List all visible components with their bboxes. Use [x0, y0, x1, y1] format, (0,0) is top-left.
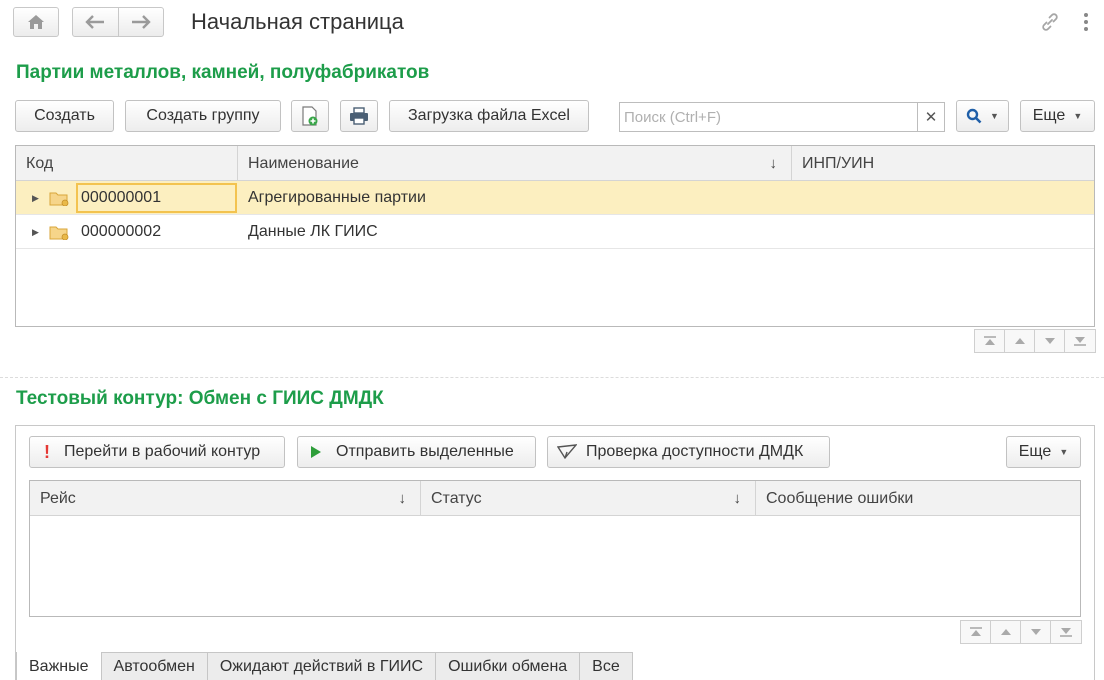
row-code: 000000002	[81, 223, 162, 240]
row-code: 000000001	[76, 183, 237, 213]
home-button[interactable]	[13, 7, 59, 37]
home-icon	[28, 15, 44, 29]
tab-awaiting-actions[interactable]: Ожидают действий в ГИИС	[207, 652, 437, 680]
tab-all[interactable]: Все	[580, 652, 633, 680]
broadcast-icon	[557, 444, 577, 460]
scroll-last-button[interactable]	[1051, 621, 1081, 643]
create-button[interactable]: Создать	[15, 100, 114, 132]
table-scroll-controls	[960, 620, 1082, 644]
scroll-down-button[interactable]	[1021, 621, 1051, 643]
scroll-first-button[interactable]	[961, 621, 991, 643]
exchange-section-title: Тестовый контур: Обмен с ГИИС ДМДК	[16, 388, 384, 409]
exclamation-icon: !	[44, 441, 50, 462]
more-button[interactable]: Еще ▼	[1020, 100, 1095, 132]
check-availability-button[interactable]: Проверка доступности ДМДК	[547, 436, 830, 468]
chevron-down-icon: ▼	[1059, 447, 1069, 457]
back-button[interactable]	[73, 8, 119, 36]
column-error-message[interactable]: Сообщение ошибки	[756, 481, 1080, 516]
scroll-first-icon	[983, 336, 996, 345]
new-document-icon	[302, 106, 318, 126]
scroll-last-icon	[1074, 337, 1086, 346]
sort-arrow-icon: ↓	[398, 490, 407, 507]
scroll-down-icon	[1030, 629, 1041, 635]
link-icon	[1042, 13, 1058, 31]
search-box: ✕	[619, 102, 945, 132]
history-nav	[72, 7, 164, 37]
column-trip[interactable]: Рейс ↓	[30, 481, 421, 516]
tab-important[interactable]: Важные	[16, 652, 102, 680]
play-icon	[311, 446, 321, 458]
scroll-last-button[interactable]	[1065, 330, 1095, 352]
table-header: Рейс ↓ Статус ↓ Сообщение ошибки	[30, 481, 1080, 516]
folder-icon	[49, 215, 69, 249]
tab-auto-exchange[interactable]: Автообмен	[101, 652, 208, 680]
excel-upload-button[interactable]: Загрузка файла Excel	[389, 100, 589, 132]
column-code[interactable]: Код	[16, 146, 238, 181]
sort-arrow-icon: ↓	[733, 490, 742, 507]
create-group-button[interactable]: Создать группу	[125, 100, 281, 132]
more-actions-button[interactable]	[1079, 11, 1093, 33]
scroll-up-button[interactable]	[1005, 330, 1035, 352]
chevron-down-icon: ▼	[1073, 111, 1083, 121]
row-name: Агрегированные партии	[248, 189, 426, 206]
table-header: Код Наименование ↓ ИНП/УИН	[16, 146, 1094, 181]
sort-arrow-icon: ↓	[769, 155, 778, 172]
folder-icon	[49, 181, 69, 215]
scroll-last-icon	[1060, 628, 1072, 637]
expand-icon[interactable]: ▶	[32, 181, 44, 215]
forward-button[interactable]	[119, 8, 164, 36]
arrow-left-icon	[85, 15, 105, 29]
link-button[interactable]	[1039, 11, 1061, 33]
filter-tabs: Важные Автообмен Ожидают действий в ГИИС…	[16, 652, 633, 680]
exchange-more-button[interactable]: Еще ▼	[1006, 436, 1081, 468]
column-status[interactable]: Статус ↓	[421, 481, 756, 516]
column-inn[interactable]: ИНП/УИН	[792, 146, 1094, 181]
scroll-up-icon	[1014, 338, 1025, 344]
search-icon	[966, 108, 982, 124]
scroll-up-button[interactable]	[991, 621, 1021, 643]
go-work-contour-button[interactable]: ! Перейти в рабочий контур	[29, 436, 285, 468]
arrow-right-icon	[131, 15, 151, 29]
scroll-first-icon	[969, 627, 982, 636]
clear-search-button[interactable]: ✕	[917, 103, 944, 131]
batches-section-title: Партии металлов, камней, полуфабрикатов	[16, 62, 430, 83]
page-title: Начальная страница	[191, 9, 404, 34]
scroll-down-icon	[1044, 338, 1055, 344]
column-name[interactable]: Наименование ↓	[238, 146, 792, 181]
exchange-table: Рейс ↓ Статус ↓ Сообщение ошибки	[29, 480, 1081, 617]
search-input[interactable]	[620, 103, 917, 131]
batches-table: Код Наименование ↓ ИНП/УИН ▶ 000000001 А…	[15, 145, 1095, 327]
tab-exchange-errors[interactable]: Ошибки обмена	[436, 652, 581, 680]
chevron-down-icon: ▼	[990, 111, 999, 121]
row-name: Данные ЛК ГИИС	[248, 223, 378, 240]
more-label: Еще	[1032, 107, 1066, 124]
send-selected-button[interactable]: Отправить выделенные	[297, 436, 536, 468]
new-document-button[interactable]	[291, 100, 329, 132]
scroll-up-icon	[1000, 629, 1011, 635]
table-row[interactable]: ▶ 000000001 Агрегированные партии	[16, 181, 1094, 215]
scroll-down-button[interactable]	[1035, 330, 1065, 352]
expand-icon[interactable]: ▶	[32, 215, 44, 249]
section-divider	[0, 377, 1104, 378]
printer-icon	[350, 107, 368, 125]
close-icon: ✕	[924, 109, 938, 126]
table-scroll-controls	[974, 329, 1096, 353]
scroll-first-button[interactable]	[975, 330, 1005, 352]
search-options-button[interactable]: ▼	[956, 100, 1009, 132]
print-button[interactable]	[340, 100, 378, 132]
table-row[interactable]: ▶ 000000002 Данные ЛК ГИИС	[16, 215, 1094, 249]
vertical-dots-icon	[1084, 13, 1088, 31]
